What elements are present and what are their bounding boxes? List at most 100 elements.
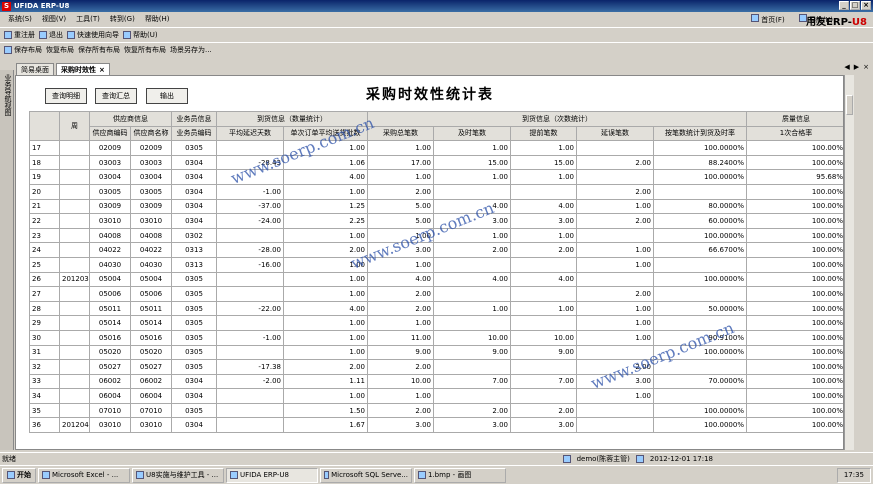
business-nav-sidebar[interactable]: 业务导航视图 [0,70,14,450]
minimize-button[interactable]: _ [839,1,849,10]
app-icon [42,471,50,479]
taskbar-item[interactable]: UFIDA ERP-U8 [226,467,318,483]
row-number-header [29,110,60,142]
table-cell [59,286,90,302]
taskbar: 开始 Microsoft Excel - ... U8实施与维护工具 - ... U… [0,465,873,484]
table-row[interactable]: 34 06004 06004 0304 1.00 1.00 1.00 100.00% [29,388,843,404]
query-summary-button[interactable]: 查询汇总 [95,88,137,104]
start-button[interactable]: 开始 [2,467,36,483]
table-row[interactable]: 17 02009 02009 0305 1.00 1.00 1.00 1.00 100.0000… [29,140,843,156]
table-cell: 2.00 [510,402,577,419]
tab-close-all-icon[interactable]: × [863,63,869,71]
help-icon [123,30,131,39]
maximize-button[interactable]: □ [850,1,860,10]
table-cell: 0305 [171,344,217,361]
menu-view[interactable]: 视图(V) [42,14,66,24]
save-scene-as-button[interactable]: 场景另存为... [170,45,212,55]
table-cell: 1.00 [576,300,654,317]
table-cell: 4.00 [283,300,368,317]
table-row[interactable]: 20 03005 03005 0304 -1.00 1.00 2.00 2.00 100.00% [29,183,843,200]
table-row[interactable]: 24 04022 04022 0313 -28.00 2.00 3.00 2.00 2.00 1.… [29,242,843,258]
tab-purchase-timeliness[interactable]: 采购时效性 × [56,63,110,75]
app-icon [418,471,426,479]
tab-prev-icon[interactable]: ◀ [844,63,849,71]
menu-system[interactable]: 系统(S) [8,14,32,24]
menu-help[interactable]: 帮助(H) [145,14,170,24]
table-cell: 100.00% [746,373,843,390]
status-user: demo(陈蓉主管) [576,454,630,463]
query-detail-button[interactable]: 查询明细 [45,88,87,104]
table-row[interactable]: 28 05011 05011 0305 -22.00 4.00 2.00 1.00 1.00 1.… [29,300,843,317]
table-cell: 100.00% [746,286,843,302]
table-cell: 04008 [89,227,131,244]
table-cell [510,183,577,200]
table-row[interactable]: 26 201203 05004 05004 0305 1.00 4.00 4.00 4.00 10… [29,271,843,288]
exit-button[interactable]: 退出 [39,30,63,40]
menu-goto[interactable]: 转到(G) [110,14,135,24]
table-cell: 100.00% [746,242,843,258]
arrival-count-header: 到货信息（次数统计） [367,111,747,127]
table-cell: 17.00 [367,154,434,171]
table-cell: 1.00 [576,198,654,215]
table-row[interactable]: 19 03004 03004 0304 4.00 1.00 1.00 1.00 100.0000… [29,169,843,185]
table-row[interactable]: 25 04030 04030 0313 -16.00 1.00 1.00 1.00 100.00… [29,256,843,273]
table-cell: 10.00 [367,373,434,390]
table-cell: 1.00 [283,315,368,331]
table-cell [576,140,654,156]
table-row[interactable]: 27 05006 05006 0305 1.00 2.00 2.00 100.00% [29,286,843,302]
table-row[interactable]: 32 05027 05027 0305 -17.38 2.00 2.00 2.00 100.00… [29,359,843,375]
save-layout-button[interactable]: 保存布局 [4,45,42,55]
help-button[interactable]: 帮助(U) [123,30,158,40]
vertical-scrollbar[interactable] [844,75,854,450]
table-cell: 9.00 [510,344,577,361]
table-cell: 100.00% [746,271,843,288]
pass-rate-header: 1次合格率 [746,125,843,142]
row-number: 29 [29,315,60,331]
on-time-count-header: 及时笔数 [433,125,511,142]
table-cell: 1.00 [283,227,368,244]
tab-next-icon[interactable]: ▶ [854,63,859,71]
home-link[interactable]: 首页(F) [750,14,785,25]
table-row[interactable]: 33 06002 06002 0304 -2.00 1.11 10.00 7.00 7.00 3.… [29,373,843,390]
close-button[interactable]: × [861,1,871,10]
table-cell: 03010 [130,213,172,229]
restore-layout-button[interactable]: 恢复布局 [46,45,74,55]
row-number: 35 [29,402,60,419]
windows-icon [7,471,15,479]
restore-all-layouts-button[interactable]: 恢复所有布局 [124,45,166,55]
save-all-layouts-button[interactable]: 保存所有布局 [78,45,120,55]
quick-wizard-button[interactable]: 快速使用向导 [67,30,119,40]
table-row[interactable]: 31 05020 05020 0305 1.00 9.00 9.00 9.00 100.0000… [29,344,843,361]
table-cell: 10.00 [510,329,577,346]
table-cell [59,373,90,390]
table-cell: 1.00 [283,329,368,346]
taskbar-item[interactable]: Microsoft Excel - ... [38,467,130,483]
table-cell: 06004 [130,388,172,404]
table-cell: -1.00 [216,183,284,200]
table-cell: 9.00 [433,344,511,361]
scroll-thumb[interactable] [846,95,853,115]
table-row[interactable]: 18 03003 03003 0304 -28.43 1.06 17.00 15.00 15.0… [29,154,843,171]
table-cell: -37.00 [216,198,284,215]
table-cell: -17.38 [216,359,284,375]
tab-close-icon[interactable]: × [99,66,105,74]
menu-tools[interactable]: 工具(T) [76,14,100,24]
table-cell [59,388,90,404]
taskbar-item[interactable]: U8实施与维护工具 - ... [132,467,224,483]
table-cell [59,227,90,244]
tab-simple-desktop[interactable]: 简易桌面 [16,63,54,75]
table-row[interactable]: 36 201204 03010 03010 0304 1.67 3.00 3.00 3.00 10… [29,417,843,434]
table-cell: 0313 [171,242,217,258]
table-row[interactable]: 35 07010 07010 0305 1.50 2.00 2.00 2.00 100.0000… [29,402,843,419]
taskbar-item[interactable]: Microsoft SQL Serve... [320,467,412,483]
table-cell [433,315,511,331]
table-cell: 100.00% [746,388,843,404]
table-cell: 0304 [171,388,217,404]
relogin-button[interactable]: 重注册 [4,30,35,40]
table-cell: 05016 [130,329,172,346]
table-row[interactable]: 21 03009 03009 0304 -37.00 1.25 5.00 4.00 4.00 1.… [29,198,843,215]
export-button[interactable]: 输出 [146,88,188,104]
table-cell: 02009 [89,140,131,156]
taskbar-item[interactable]: 1.bmp - 画图 [414,467,506,483]
row-number: 21 [29,198,60,215]
